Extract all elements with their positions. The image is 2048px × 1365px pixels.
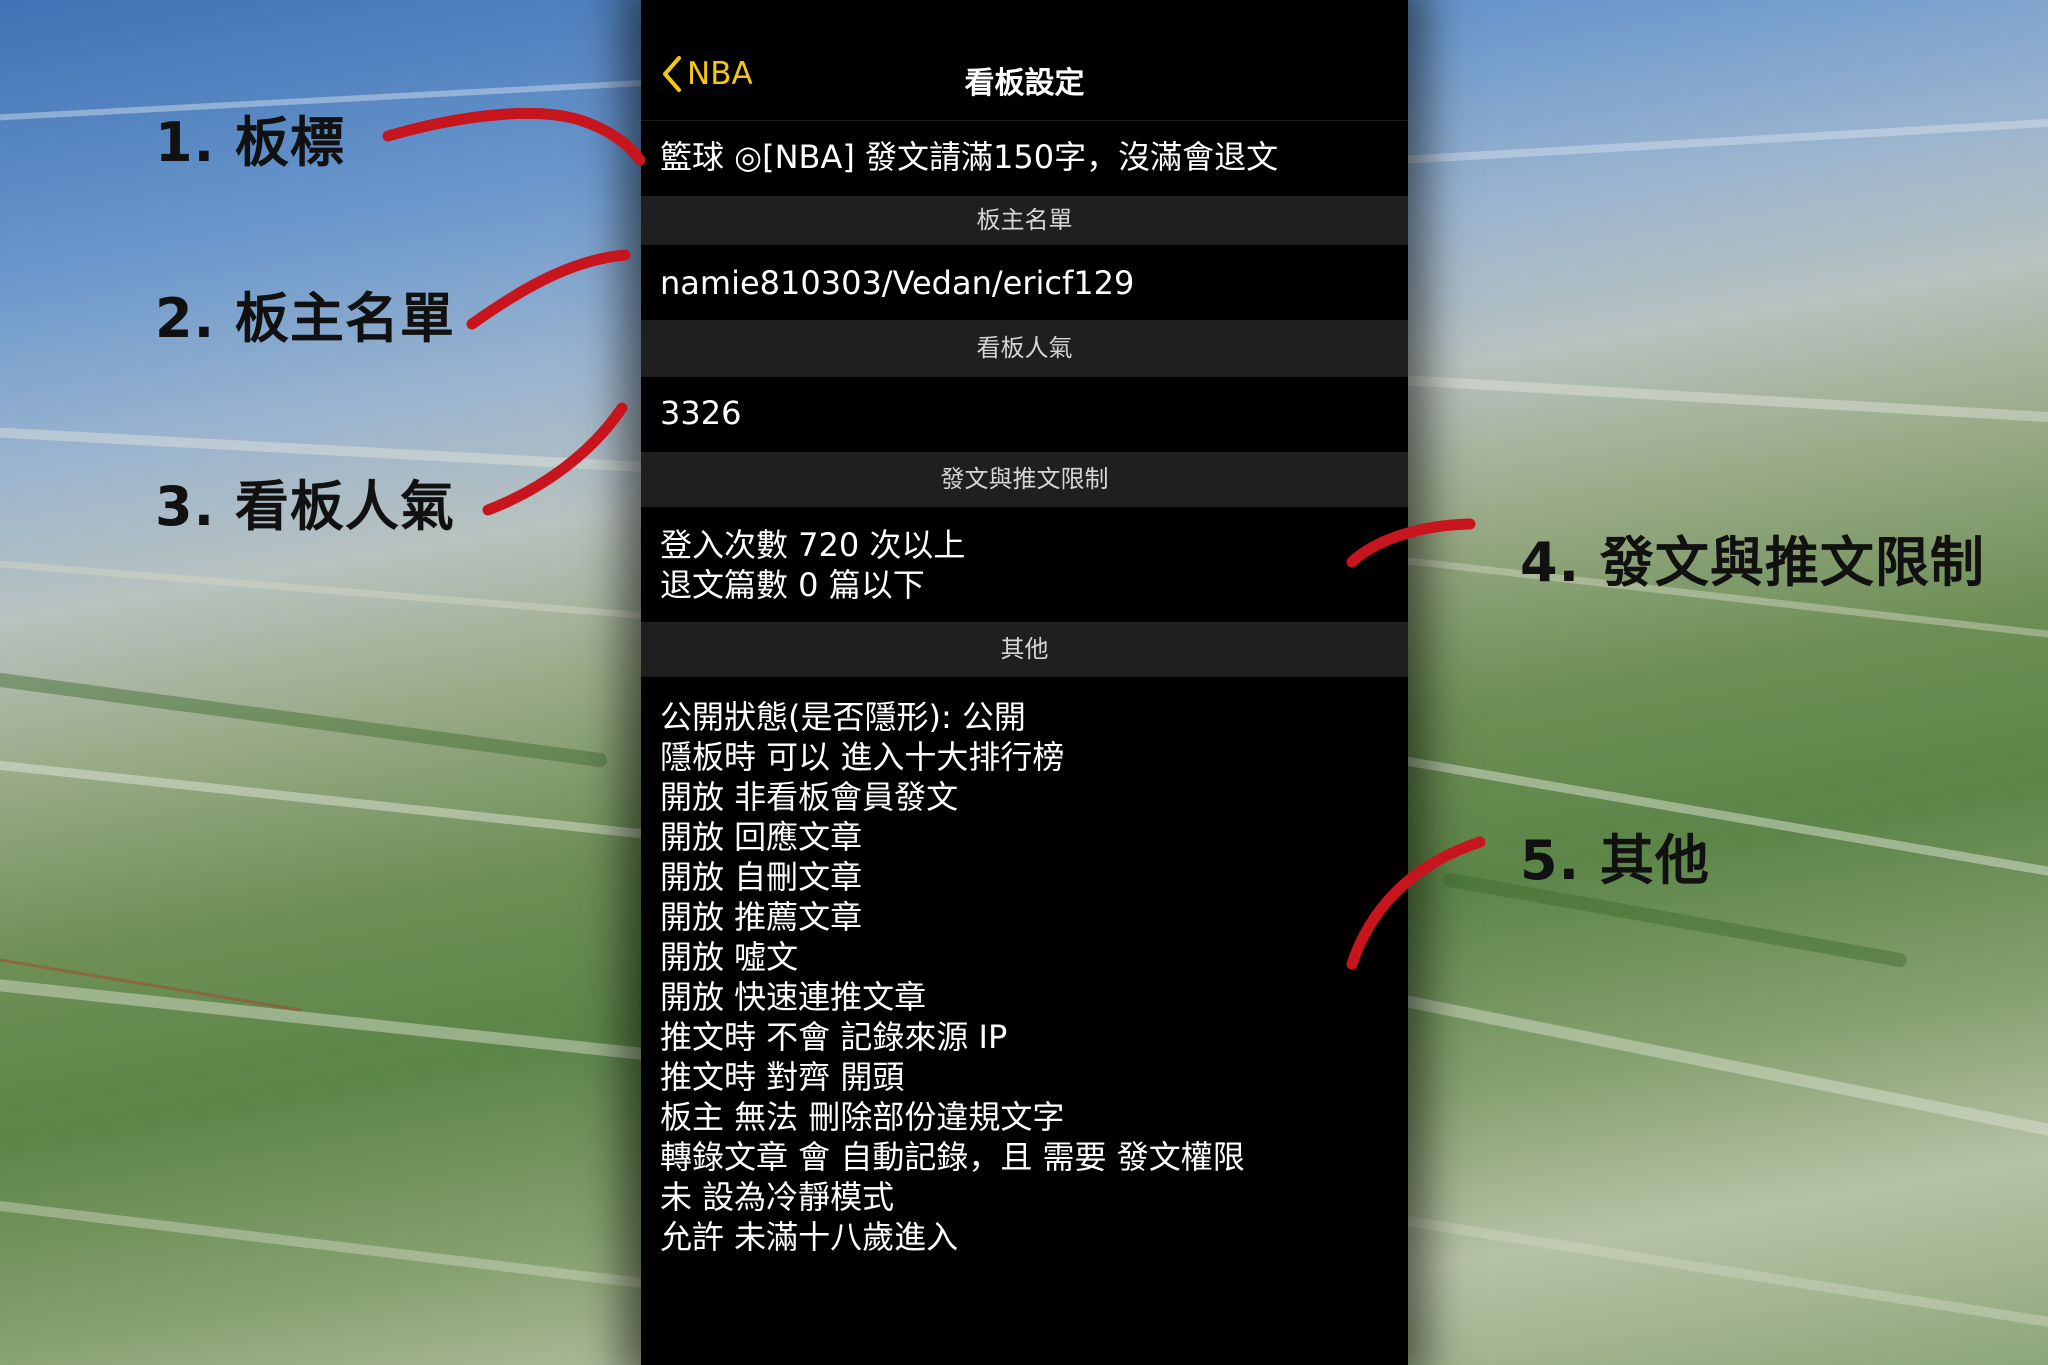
setting-line: 板主 無法 刪除部份違規文字 bbox=[660, 1098, 1065, 1136]
setting-line: 推文時 不會 記錄來源 IP bbox=[660, 1018, 1008, 1056]
setting-line: 轉錄文章 會 自動記錄，且 需要 發文權限 bbox=[660, 1138, 1245, 1176]
moderators-row: namie810303/Vedan/ericf129 bbox=[641, 244, 1408, 320]
setting-line: 未 設為冷靜模式 bbox=[660, 1178, 895, 1216]
board-title: 籃球 ◎[NBA] 發文請滿150字，沒滿會退文 bbox=[660, 138, 1279, 176]
section-header-moderators: 板主名單 bbox=[641, 196, 1408, 244]
setting-line: 開放 回應文章 bbox=[660, 818, 863, 856]
setting-line: 開放 噓文 bbox=[660, 938, 799, 976]
annotation-restrictions: 4. 發文與推文限制 bbox=[1520, 531, 1985, 594]
setting-line: 推文時 對齊 開頭 bbox=[660, 1058, 905, 1096]
setting-line: 開放 快速連推文章 bbox=[660, 978, 927, 1016]
popularity-row: 3326 bbox=[641, 376, 1408, 452]
section-header-popularity: 看板人氣 bbox=[641, 320, 1408, 376]
other-settings-row: 公開狀態(是否隱形): 公開 隱板時 可以 進入十大排行榜 開放 非看板會員發文… bbox=[641, 676, 1408, 1286]
section-header-restrictions: 發文與推文限制 bbox=[641, 452, 1408, 506]
setting-line: 開放 推薦文章 bbox=[660, 898, 863, 936]
board-title-row: 籃球 ◎[NBA] 發文請滿150字，沒滿會退文 bbox=[641, 120, 1408, 196]
section-header-other: 其他 bbox=[641, 622, 1408, 676]
page-title: 看板設定 bbox=[964, 66, 1085, 101]
setting-line: 公開狀態(是否隱形): 公開 bbox=[660, 698, 1026, 736]
annotation-other: 5. 其他 bbox=[1520, 829, 1710, 892]
popularity-value: 3326 bbox=[660, 394, 742, 432]
setting-line: 開放 自刪文章 bbox=[660, 858, 863, 896]
restriction-line: 退文篇數 0 篇以下 bbox=[660, 566, 925, 604]
annotation-board-title: 1. 板標 bbox=[155, 111, 345, 174]
restrictions-row: 登入次數 720 次以上 退文篇數 0 篇以下 bbox=[641, 506, 1408, 622]
setting-line: 開放 非看板會員發文 bbox=[660, 778, 959, 816]
phone-screen: NBA 看板設定 籃球 ◎[NBA] 發文請滿150字，沒滿會退文 板主名單 n… bbox=[641, 0, 1408, 1365]
setting-line: 隱板時 可以 進入十大排行榜 bbox=[660, 738, 1065, 776]
moderators-value: namie810303/Vedan/ericf129 bbox=[660, 264, 1135, 302]
annotation-popularity: 3. 看板人氣 bbox=[155, 475, 455, 538]
setting-line: 允許 未滿十八歲進入 bbox=[660, 1218, 959, 1256]
restriction-line: 登入次數 720 次以上 bbox=[660, 526, 966, 564]
navigation-bar: NBA 看板設定 bbox=[641, 40, 1408, 120]
annotation-moderators: 2. 板主名單 bbox=[155, 287, 455, 350]
background-canvas: NBA 看板設定 籃球 ◎[NBA] 發文請滿150字，沒滿會退文 板主名單 n… bbox=[0, 0, 2048, 1365]
